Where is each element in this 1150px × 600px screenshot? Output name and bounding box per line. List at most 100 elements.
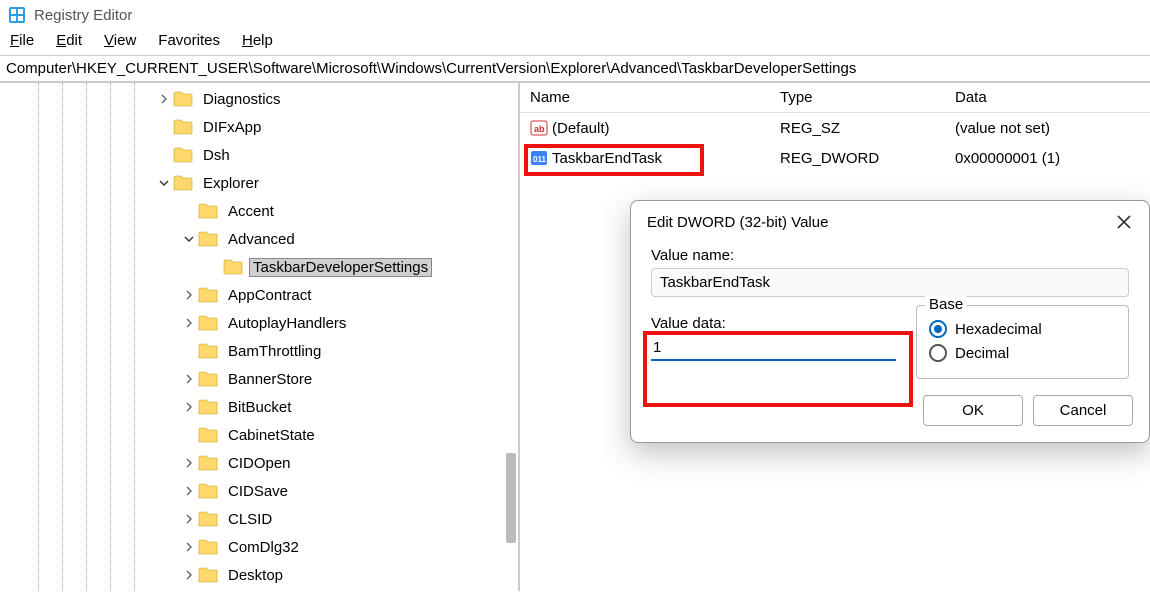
- tree-node-appcontract[interactable]: AppContract: [0, 281, 518, 309]
- folder-icon: [173, 91, 193, 107]
- tree-node-autoplayhandlers[interactable]: AutoplayHandlers: [0, 309, 518, 337]
- app-title: Registry Editor: [34, 7, 132, 24]
- folder-icon: [198, 287, 218, 303]
- dialog-title-bar: Edit DWORD (32-bit) Value: [631, 201, 1149, 239]
- svg-text:ab: ab: [534, 124, 545, 134]
- value-name-display: TaskbarEndTask: [651, 268, 1129, 297]
- col-header-name[interactable]: Name: [520, 89, 780, 106]
- tree-node-explorer[interactable]: Explorer: [0, 169, 518, 197]
- tree-node-label: Diagnostics: [199, 90, 285, 109]
- tree-node-dsh[interactable]: Dsh: [0, 141, 518, 169]
- folder-icon: [198, 427, 218, 443]
- tree-node-label: BannerStore: [224, 370, 316, 389]
- base-fieldset: Base Hexadecimal Decimal: [916, 305, 1129, 379]
- address-bar[interactable]: Computer\HKEY_CURRENT_USER\Software\Micr…: [0, 56, 1150, 83]
- tree-node-label: CIDSave: [224, 482, 292, 501]
- radio-hex[interactable]: Hexadecimal: [929, 320, 1116, 338]
- tree-node-cidopen[interactable]: CIDOpen: [0, 449, 518, 477]
- tree-node-label: BitBucket: [224, 398, 295, 417]
- ok-button[interactable]: OK: [923, 395, 1023, 426]
- tree-node-label: ComDlg32: [224, 538, 303, 557]
- expander-icon[interactable]: [180, 374, 198, 384]
- tree-node-desktop[interactable]: Desktop: [0, 561, 518, 589]
- folder-icon: [198, 399, 218, 415]
- menu-help[interactable]: Help: [242, 32, 273, 49]
- tree-node-bitbucket[interactable]: BitBucket: [0, 393, 518, 421]
- folder-icon: [173, 119, 193, 135]
- value-name: TaskbarEndTask: [552, 150, 662, 167]
- tree-node-clsid[interactable]: CLSID: [0, 505, 518, 533]
- expander-icon[interactable]: [155, 178, 173, 188]
- regedit-icon: [8, 6, 26, 24]
- value-row[interactable]: ab(Default)REG_SZ(value not set): [520, 113, 1150, 143]
- expander-icon[interactable]: [155, 94, 173, 104]
- folder-icon: [198, 539, 218, 555]
- close-icon[interactable]: [1115, 213, 1133, 231]
- value-row[interactable]: 011TaskbarEndTask REG_DWORD0x00000001 (1): [520, 143, 1150, 173]
- folder-icon: [198, 315, 218, 331]
- menu-file[interactable]: File: [10, 32, 34, 49]
- tree-node-comdlg32[interactable]: ComDlg32: [0, 533, 518, 561]
- radio-dec-circle: [929, 344, 947, 362]
- tree-scrollbar[interactable]: [506, 453, 516, 543]
- folder-icon: [198, 203, 218, 219]
- expander-icon[interactable]: [180, 542, 198, 552]
- menu-favorites[interactable]: Favorites: [158, 32, 220, 49]
- radio-hex-label: Hexadecimal: [955, 321, 1042, 338]
- tree-node-label: BamThrottling: [224, 342, 325, 361]
- value-data: 0x00000001 (1): [955, 150, 1150, 167]
- value-data-input[interactable]: [651, 336, 896, 361]
- tree-node-label: CIDOpen: [224, 454, 295, 473]
- radio-hex-circle: [929, 320, 947, 338]
- tree-node-cabinetstate[interactable]: CabinetState: [0, 421, 518, 449]
- folder-icon: [223, 259, 243, 275]
- tree-node-label: AppContract: [224, 286, 315, 305]
- expander-icon[interactable]: [180, 402, 198, 412]
- expander-icon[interactable]: [180, 234, 198, 244]
- dialog-title-text: Edit DWORD (32-bit) Value: [647, 214, 828, 231]
- cancel-button[interactable]: Cancel: [1033, 395, 1133, 426]
- value-data-label: Value data:: [651, 315, 896, 332]
- tree-node-label: CLSID: [224, 510, 276, 529]
- col-header-data[interactable]: Data: [955, 89, 1150, 106]
- menu-edit[interactable]: Edit: [56, 32, 82, 49]
- dword-value-icon: 011: [530, 149, 548, 167]
- address-text: Computer\HKEY_CURRENT_USER\Software\Micr…: [6, 60, 856, 77]
- value-type: REG_DWORD: [780, 150, 955, 167]
- tree-node-accent[interactable]: Accent: [0, 197, 518, 225]
- tree-node-label: Desktop: [224, 566, 287, 585]
- tree-node-bamthrottling[interactable]: BamThrottling: [0, 337, 518, 365]
- tree-node-diagnostics[interactable]: Diagnostics: [0, 85, 518, 113]
- folder-icon: [198, 483, 218, 499]
- expander-icon[interactable]: [180, 290, 198, 300]
- tree-node-bannerstore[interactable]: BannerStore: [0, 365, 518, 393]
- col-header-type[interactable]: Type: [780, 89, 955, 106]
- menu-view[interactable]: View: [104, 32, 136, 49]
- tree-node-taskbardevelopersettings[interactable]: TaskbarDeveloperSettings: [0, 253, 518, 281]
- radio-dec-label: Decimal: [955, 345, 1009, 362]
- tree-node-label: Explorer: [199, 174, 263, 193]
- values-header-row: Name Type Data: [520, 83, 1150, 113]
- menu-bar: File Edit View Favorites Help: [0, 28, 1150, 56]
- expander-icon[interactable]: [180, 458, 198, 468]
- tree-node-difxapp[interactable]: DIFxApp: [0, 113, 518, 141]
- folder-icon: [173, 147, 193, 163]
- value-data: (value not set): [955, 120, 1150, 137]
- tree-node-cidsave[interactable]: CIDSave: [0, 477, 518, 505]
- string-value-icon: ab: [530, 119, 548, 137]
- tree-node-advanced[interactable]: Advanced: [0, 225, 518, 253]
- folder-icon: [198, 231, 218, 247]
- folder-icon: [173, 175, 193, 191]
- expander-icon[interactable]: [180, 486, 198, 496]
- expander-icon[interactable]: [180, 318, 198, 328]
- base-legend: Base: [925, 296, 967, 313]
- expander-icon[interactable]: [180, 514, 198, 524]
- tree-pane: Diagnostics DIFxAppDsh Explorer AccentAdvan…: [0, 83, 520, 591]
- radio-dec[interactable]: Decimal: [929, 344, 1116, 362]
- tree-node-label: AutoplayHandlers: [224, 314, 350, 333]
- folder-icon: [198, 371, 218, 387]
- tree-node-label: TaskbarDeveloperSettings: [249, 258, 432, 277]
- folder-icon: [198, 455, 218, 471]
- expander-icon[interactable]: [180, 570, 198, 580]
- edit-dword-dialog: Edit DWORD (32-bit) Value Value name: Ta…: [630, 200, 1150, 443]
